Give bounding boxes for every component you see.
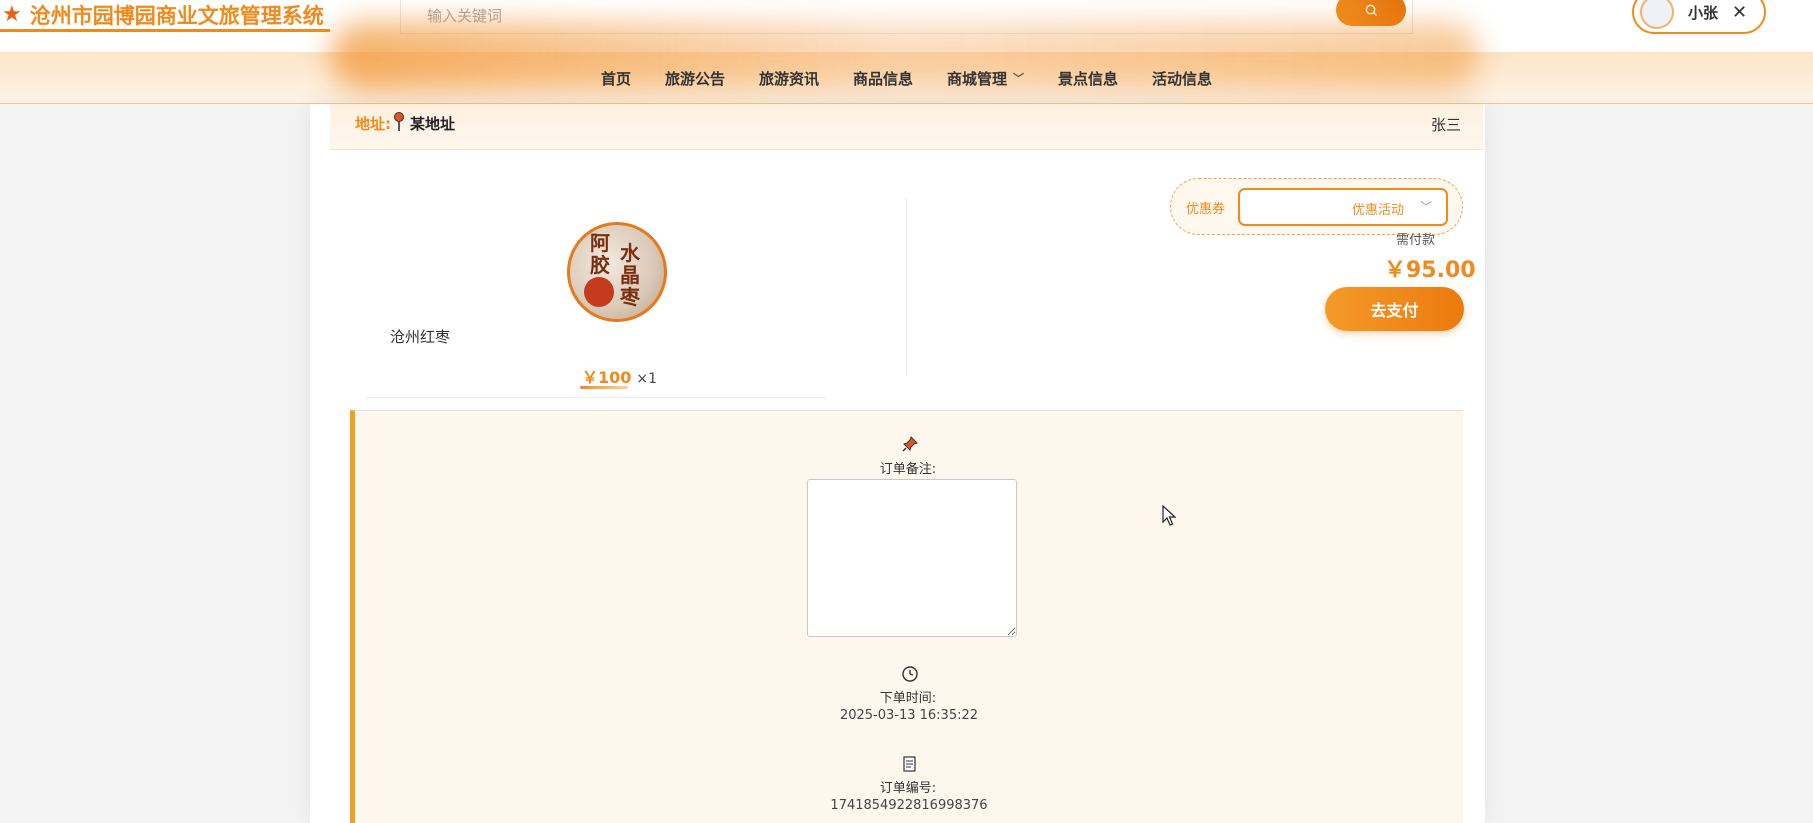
product-price: ￥100	[582, 368, 632, 387]
coupon-select[interactable]: 优惠活动 ﹀	[1238, 188, 1448, 226]
dates-illustration	[584, 277, 614, 307]
nav-item-activities[interactable]: 活动信息	[1135, 68, 1229, 89]
site-logo[interactable]: ★ 沧州市园博园商业文旅管理系统	[0, 0, 330, 32]
image-text: 胶	[590, 253, 610, 277]
order-time-value: 2025-03-13 16:35:22	[839, 708, 979, 723]
clock-icon	[902, 666, 918, 682]
nav-item-mall-management[interactable]: 商城管理 ﹀	[930, 68, 1041, 89]
price-underline	[580, 386, 628, 389]
address-value: 某地址	[410, 115, 456, 133]
coupon-box: 优惠券 优惠活动 ﹀	[1170, 178, 1463, 235]
nav-label: 首页	[600, 69, 631, 88]
nav-label: 旅游公告	[664, 69, 725, 88]
price-row: ￥100 ×1	[582, 364, 657, 388]
total-amount: ￥95.00	[1384, 258, 1476, 283]
memo-icon	[903, 756, 916, 772]
close-icon[interactable]: ✕	[1732, 2, 1747, 23]
amount-due-label: 需付款	[1396, 233, 1436, 248]
remark-label: 订单备注:	[879, 462, 937, 477]
remark-textarea[interactable]	[807, 479, 1017, 637]
order-number-value: 1741854922816998376	[830, 798, 988, 813]
product-image[interactable]: 阿 胶 水 晶 枣	[567, 222, 667, 322]
location-pin-icon	[394, 112, 404, 131]
nav-item-attractions[interactable]: 景点信息	[1041, 68, 1135, 89]
nav-label: 景点信息	[1058, 69, 1119, 88]
coupon-selected-value: 优惠活动	[1351, 203, 1404, 218]
product-item: 阿 胶 水 晶 枣 沧州红枣 ￥100 ×1	[330, 150, 905, 400]
product-quantity: ×1	[636, 371, 658, 387]
nav-item-products[interactable]: 商品信息	[836, 68, 930, 89]
nav-item-home[interactable]: 首页	[584, 68, 648, 89]
mouse-cursor-icon	[1162, 505, 1176, 526]
site-title: 沧州市园博园商业文旅管理系统	[29, 3, 324, 28]
product-name: 沧州红枣	[390, 328, 451, 346]
recipient-name: 张三	[1430, 116, 1461, 134]
address-bar: 地址: 某地址 张三	[330, 104, 1483, 150]
avatar[interactable]	[1640, 0, 1674, 29]
image-text: 水	[620, 241, 640, 265]
user-name: 小张	[1688, 3, 1719, 22]
nav-label: 商城管理	[947, 69, 1008, 88]
nav-label: 活动信息	[1152, 69, 1213, 88]
pushpin-icon	[902, 436, 918, 452]
nav-label: 旅游资讯	[758, 69, 819, 88]
nav-item-travel-notice[interactable]: 旅游公告	[648, 68, 742, 89]
image-text: 枣	[620, 285, 640, 309]
image-text: 阿	[590, 231, 610, 255]
user-menu[interactable]: 小张 ✕	[1632, 0, 1766, 34]
order-time-label: 下单时间:	[879, 691, 937, 706]
pay-button[interactable]: 去支付	[1325, 287, 1464, 331]
vertical-divider	[906, 198, 907, 376]
nav-label: 商品信息	[852, 69, 913, 88]
search-icon	[1365, 4, 1377, 16]
order-details: 订单备注: 下单时间: 2025-03-13 16:35:22 订单编号: 17…	[350, 410, 1463, 823]
star-icon: ★	[2, 1, 22, 27]
main-nav: 首页 旅游公告 旅游资讯 商品信息 商城管理 ﹀ 景点信息 活动信息	[0, 52, 1813, 104]
address-label: 地址:	[355, 115, 391, 133]
chevron-down-icon: ﹀	[1013, 72, 1025, 85]
image-text: 晶	[620, 263, 640, 287]
chevron-down-icon: ﹀	[1419, 200, 1432, 214]
order-number-label: 订单编号:	[879, 781, 937, 796]
divider	[366, 397, 826, 398]
nav-item-travel-news[interactable]: 旅游资讯	[742, 68, 836, 89]
coupon-label: 优惠券	[1186, 202, 1226, 217]
